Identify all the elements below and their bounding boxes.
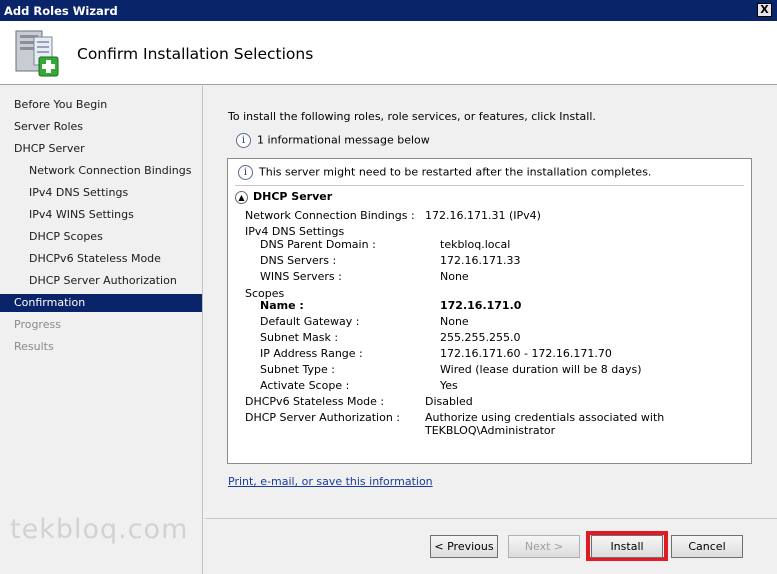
cancel-button[interactable]: Cancel xyxy=(671,535,743,558)
section-title: DHCP Server xyxy=(253,190,333,203)
step-before-you-begin[interactable]: Before You Begin xyxy=(0,96,202,114)
row-label: IPv4 DNS Settings xyxy=(245,225,345,238)
row-label: Network Connection Bindings : xyxy=(245,209,415,222)
info-icon: i xyxy=(236,133,251,148)
next-button: Next > xyxy=(508,535,580,558)
row-label: IP Address Range : xyxy=(260,347,363,360)
restart-notice: i This server might need to be restarted … xyxy=(238,165,651,180)
step-results: Results xyxy=(14,340,54,353)
server-add-icon xyxy=(15,30,59,77)
row-label: DNS Servers : xyxy=(260,254,337,267)
row-value: tekbloq.local xyxy=(440,238,511,251)
row-value: Wired (lease duration will be 8 days) xyxy=(440,363,642,376)
row-label: WINS Servers : xyxy=(260,270,342,283)
restart-message: This server might need to be restarted a… xyxy=(259,165,652,179)
window-title: Add Roles Wizard xyxy=(4,4,118,18)
step-ipv4-dns-settings[interactable]: IPv4 DNS Settings xyxy=(0,184,202,202)
row-value: None xyxy=(440,270,469,283)
install-button[interactable]: Install xyxy=(591,535,663,558)
row-value: 172.16.171.0 xyxy=(440,299,522,312)
step-progress: Progress xyxy=(14,318,61,331)
title-bar: Add Roles Wizard X xyxy=(0,0,777,21)
step-dhcpv6-stateless-mode[interactable]: DHCPv6 Stateless Mode xyxy=(0,250,202,268)
wizard-footer: < Previous Next > Install Cancel xyxy=(205,518,777,574)
row-value: 172.16.171.60 - 172.16.171.70 xyxy=(440,347,612,360)
page-title: Confirm Installation Selections xyxy=(77,45,314,63)
section-dhcp-server[interactable]: ▲ DHCP Server xyxy=(235,190,332,204)
step-network-connection-bindings[interactable]: Network Connection Bindings xyxy=(0,162,202,180)
step-dhcp-server-authorization[interactable]: DHCP Server Authorization xyxy=(0,272,202,290)
intro-text: To install the following roles, role ser… xyxy=(228,110,596,123)
row-label: Subnet Type : xyxy=(260,363,335,376)
row-value: TEKBLOQ\Administrator xyxy=(425,424,556,437)
row-value: None xyxy=(440,315,469,328)
row-label: Name : xyxy=(260,299,304,312)
step-ipv4-wins-settings[interactable]: IPv4 WINS Settings xyxy=(0,206,202,224)
info-icon: i xyxy=(238,165,253,180)
step-dhcp-scopes[interactable]: DHCP Scopes xyxy=(0,228,202,246)
row-label: DHCPv6 Stateless Mode : xyxy=(245,395,385,408)
details-panel[interactable]: i This server might need to be restarted … xyxy=(227,158,752,464)
info-message: 1 informational message below xyxy=(257,133,430,147)
row-label: Subnet Mask : xyxy=(260,331,339,344)
close-button[interactable]: X xyxy=(757,3,772,17)
row-value: 255.255.255.0 xyxy=(440,331,521,344)
step-dhcp-server[interactable]: DHCP Server xyxy=(0,140,202,158)
row-label: DHCP Server Authorization : xyxy=(245,411,400,424)
info-summary: i 1 informational message below xyxy=(236,133,430,148)
row-value: 172.16.171.33 xyxy=(440,254,521,267)
watermark: tekbloq.com xyxy=(10,514,189,545)
row-value: Yes xyxy=(440,379,458,392)
wizard-steps-sidebar: Before You Begin Server Roles DHCP Serve… xyxy=(0,86,203,574)
row-value: Disabled xyxy=(425,395,473,408)
row-label: DNS Parent Domain : xyxy=(260,238,376,251)
step-confirmation[interactable]: Confirmation xyxy=(0,294,202,312)
previous-button[interactable]: < Previous xyxy=(430,535,498,558)
main-content: To install the following roles, role ser… xyxy=(205,86,777,518)
row-label: Default Gateway : xyxy=(260,315,360,328)
row-value: 172.16.171.31 (IPv4) xyxy=(425,209,541,222)
row-label: Activate Scope : xyxy=(260,379,350,392)
row-value: Authorize using credentials associated w… xyxy=(425,411,665,424)
step-server-roles[interactable]: Server Roles xyxy=(0,118,202,136)
print-save-link[interactable]: Print, e-mail, or save this information xyxy=(228,475,433,488)
collapse-icon[interactable]: ▲ xyxy=(235,190,248,204)
separator xyxy=(235,185,744,186)
wizard-header: Confirm Installation Selections xyxy=(0,21,777,85)
